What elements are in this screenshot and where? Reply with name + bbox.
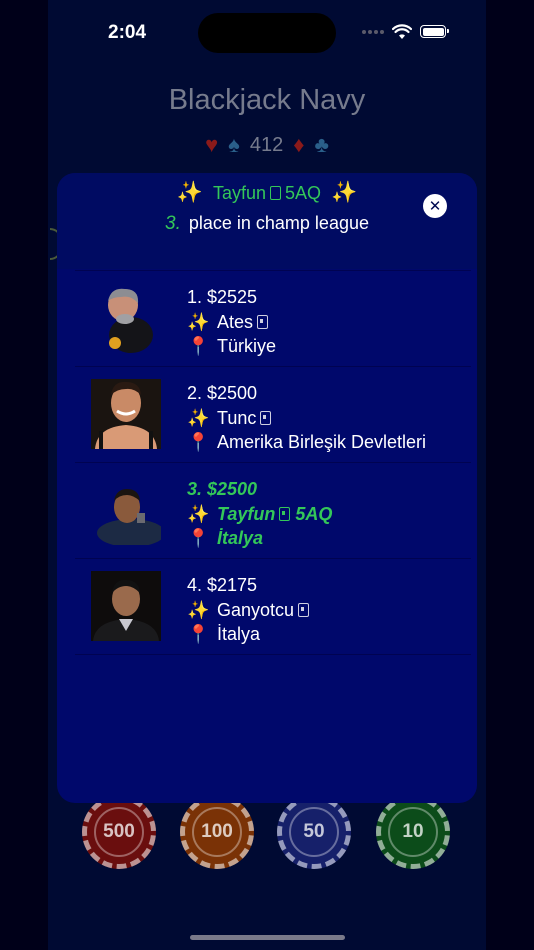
avatar — [91, 379, 161, 449]
player-country: İtalya — [217, 624, 261, 644]
player-name: Tayfun — [212, 183, 266, 203]
cellular-signal-icon — [362, 30, 384, 34]
card-icon — [260, 410, 272, 425]
leaderboard-row[interactable]: 2. $2500 ✨ Tunc 📍 Amerika Birleşik Devletl… — [75, 366, 471, 463]
player-name: Tayfun — [217, 503, 276, 524]
sparkles-icon: ✨ — [187, 599, 210, 620]
sparkles-icon: ✨ — [331, 181, 358, 204]
rank-amount: 3. $2500 — [187, 479, 258, 499]
close-icon: ✕ — [428, 198, 442, 215]
avatar — [108, 288, 153, 353]
player-hand: 5AQ — [285, 183, 322, 203]
player-hand: 5AQ — [295, 503, 333, 524]
diamond-icon: ♦ — [293, 132, 305, 157]
player-summary: ✨ Tayfun 5AQ ✨ — [57, 181, 477, 205]
pin-icon: 📍 — [187, 624, 210, 644]
chip-10[interactable]: 10 — [376, 795, 450, 869]
player-country: İtalya — [217, 528, 264, 548]
player-name: Tunc — [217, 407, 257, 428]
chip-100[interactable]: 100 — [180, 795, 254, 869]
club-icon: ♣ — [314, 132, 329, 157]
coin-count: 412 — [249, 133, 284, 156]
sparkles-icon: ✨ — [187, 407, 210, 428]
card-icon — [298, 602, 310, 617]
chip-500[interactable]: 500 — [82, 795, 156, 869]
game-title: Blackjack Navy — [168, 84, 366, 116]
player-rank-line: 3. place in champ league — [57, 213, 477, 235]
spade-icon: ♠ — [228, 132, 240, 157]
pin-icon: 📍 — [187, 528, 210, 548]
sparkles-icon: ✨ — [187, 503, 210, 524]
heart-icon: ♥ — [205, 132, 219, 157]
leaderboard-row[interactable]: 4. $2175 ✨ Ganyotcu 📍 İtalya — [75, 558, 471, 655]
battery-icon — [420, 25, 449, 38]
rank-amount: 4. $2175 — [187, 575, 258, 595]
row-info: 2. $2500 ✨ Tunc 📍 Amerika Birleşik Devletl… — [187, 381, 426, 455]
leaderboard-modal: ✨ Tayfun 5AQ ✨ 3. place in champ league ✕ 1.… — [57, 173, 477, 803]
rank-description: place in champ league — [188, 213, 369, 233]
leaderboard-row[interactable]: 1. $2525 ✨ Ates 📍 Türkiye — [75, 270, 471, 367]
player-name: Ates — [217, 311, 254, 332]
home-indicator[interactable] — [190, 935, 345, 940]
card-icon — [257, 314, 269, 329]
status-time: 2:04 — [108, 22, 147, 43]
avatar — [91, 571, 161, 641]
avatar — [97, 489, 161, 545]
pin-icon: 📍 — [187, 432, 210, 452]
card-icon — [270, 186, 281, 200]
sparkles-icon: ✨ — [176, 181, 203, 204]
row-info: 3. $2500 ✨ Tayfun 5AQ 📍 İtalya — [187, 477, 332, 551]
suit-bar: ♥ ♠ 412 ♦ ♣ — [0, 132, 534, 158]
player-rank: 3. — [165, 213, 181, 234]
sparkles-icon: ✨ — [187, 311, 210, 332]
leaderboard-row-current[interactable]: 3. $2500 ✨ Tayfun 5AQ 📍 İtalya — [75, 462, 471, 559]
rank-amount: 2. $2500 — [187, 383, 258, 403]
player-name: Ganyotcu — [217, 599, 295, 620]
dynamic-island — [198, 13, 336, 53]
modal-header: ✨ Tayfun 5AQ ✨ 3. place in champ league ✕ — [57, 173, 477, 269]
row-info: 1. $2525 ✨ Ates 📍 Türkiye — [187, 285, 276, 359]
row-info: 4. $2175 ✨ Ganyotcu 📍 İtalya — [187, 573, 310, 647]
wifi-icon — [392, 24, 412, 39]
chip-50[interactable]: 50 — [277, 795, 351, 869]
close-button[interactable]: ✕ — [423, 194, 447, 218]
row-divider — [75, 654, 471, 656]
card-icon — [279, 506, 291, 521]
player-country: Amerika Birleşik Devletleri — [217, 432, 427, 452]
player-country: Türkiye — [217, 336, 277, 356]
pin-icon: 📍 — [187, 336, 210, 356]
rank-amount: 1. $2525 — [187, 287, 258, 307]
